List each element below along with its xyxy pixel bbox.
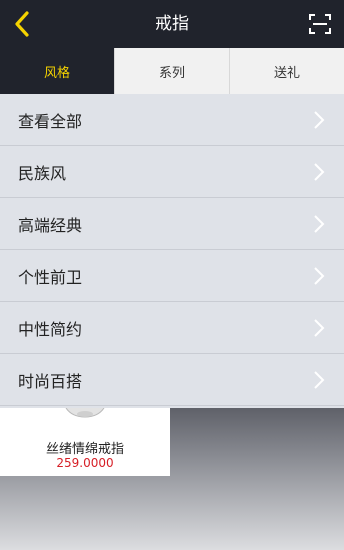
menu-item-label: 查看全部 [18,111,83,131]
style-menu: 查看全部 民族风 高端经典 个性前卫 中性简约 时尚百搭 [0,94,344,406]
chevron-right-icon [314,370,325,389]
chevron-right-icon [314,266,325,285]
product-name: 丝绪情绵戒指 [45,442,124,457]
chevron-right-icon [314,318,325,337]
category-tabs: 风格 系列 送礼 [0,48,344,95]
ring-image [65,408,105,418]
product-card[interactable]: 丝绪情绵戒指 259.0000 [0,408,170,476]
menu-item-classic[interactable]: 高端经典 [0,198,344,250]
tab-gift[interactable]: 送礼 [229,48,344,94]
chevron-right-icon [314,110,325,129]
chevron-right-icon [314,162,325,181]
menu-item-label: 民族风 [18,163,67,183]
scan-icon [309,14,331,34]
menu-item-versatile[interactable]: 时尚百搭 [0,354,344,406]
chevron-right-icon [314,214,325,233]
tab-series[interactable]: 系列 [114,48,229,94]
menu-item-minimalist[interactable]: 中性简约 [0,302,344,354]
menu-item-label: 个性前卫 [18,267,83,287]
tab-style[interactable]: 风格 [0,48,114,94]
page-title: 戒指 [155,14,189,34]
menu-item-ethnic[interactable]: 民族风 [0,146,344,198]
menu-item-label: 中性简约 [18,319,83,339]
top-bar: 戒指 [0,0,344,48]
menu-item-view-all[interactable]: 查看全部 [0,94,344,146]
menu-item-label: 高端经典 [18,215,83,235]
scan-button[interactable] [304,8,336,40]
menu-item-avant-garde[interactable]: 个性前卫 [0,250,344,302]
menu-item-label: 时尚百搭 [18,371,83,391]
product-price: 259.0000 [56,456,114,470]
